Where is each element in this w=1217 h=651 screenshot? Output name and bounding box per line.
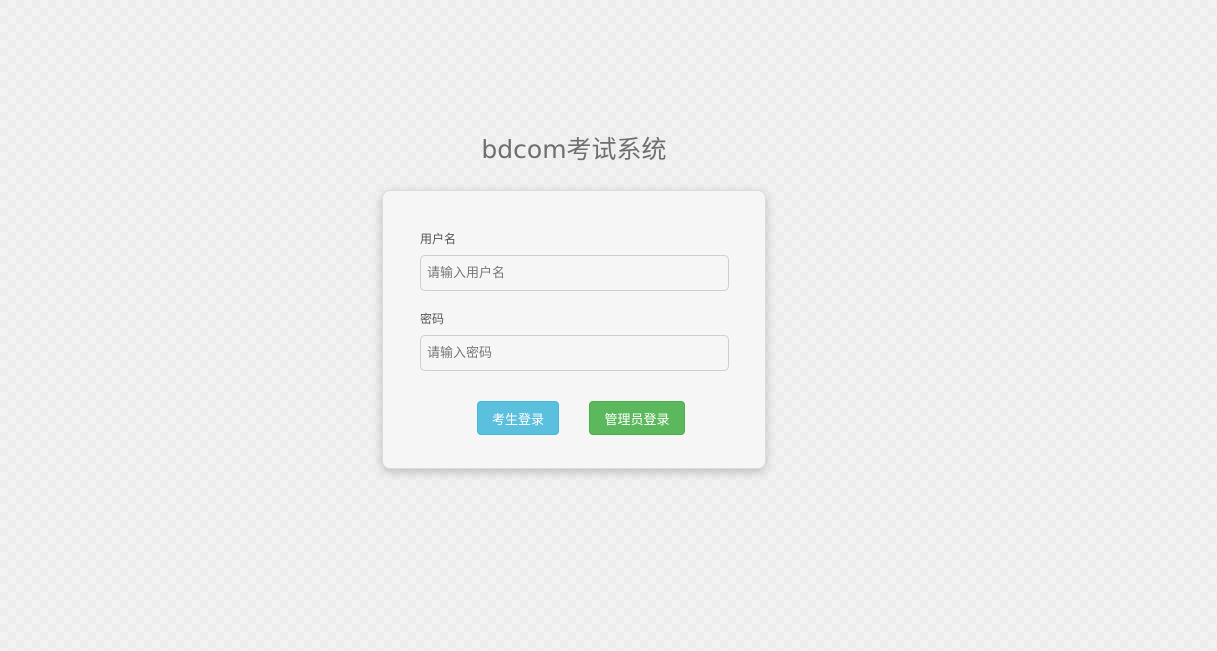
password-input[interactable] <box>420 335 729 371</box>
username-label: 用户名 <box>420 232 457 246</box>
login-form: 用户名 密码 考生登录 管理员登录 <box>382 190 766 469</box>
student-login-button[interactable]: 考生登录 <box>477 401 559 435</box>
username-input[interactable] <box>420 255 729 291</box>
password-label: 密码 <box>420 312 445 326</box>
page-title: bdcom考试系统 <box>481 135 667 164</box>
admin-login-button[interactable]: 管理员登录 <box>589 401 685 435</box>
